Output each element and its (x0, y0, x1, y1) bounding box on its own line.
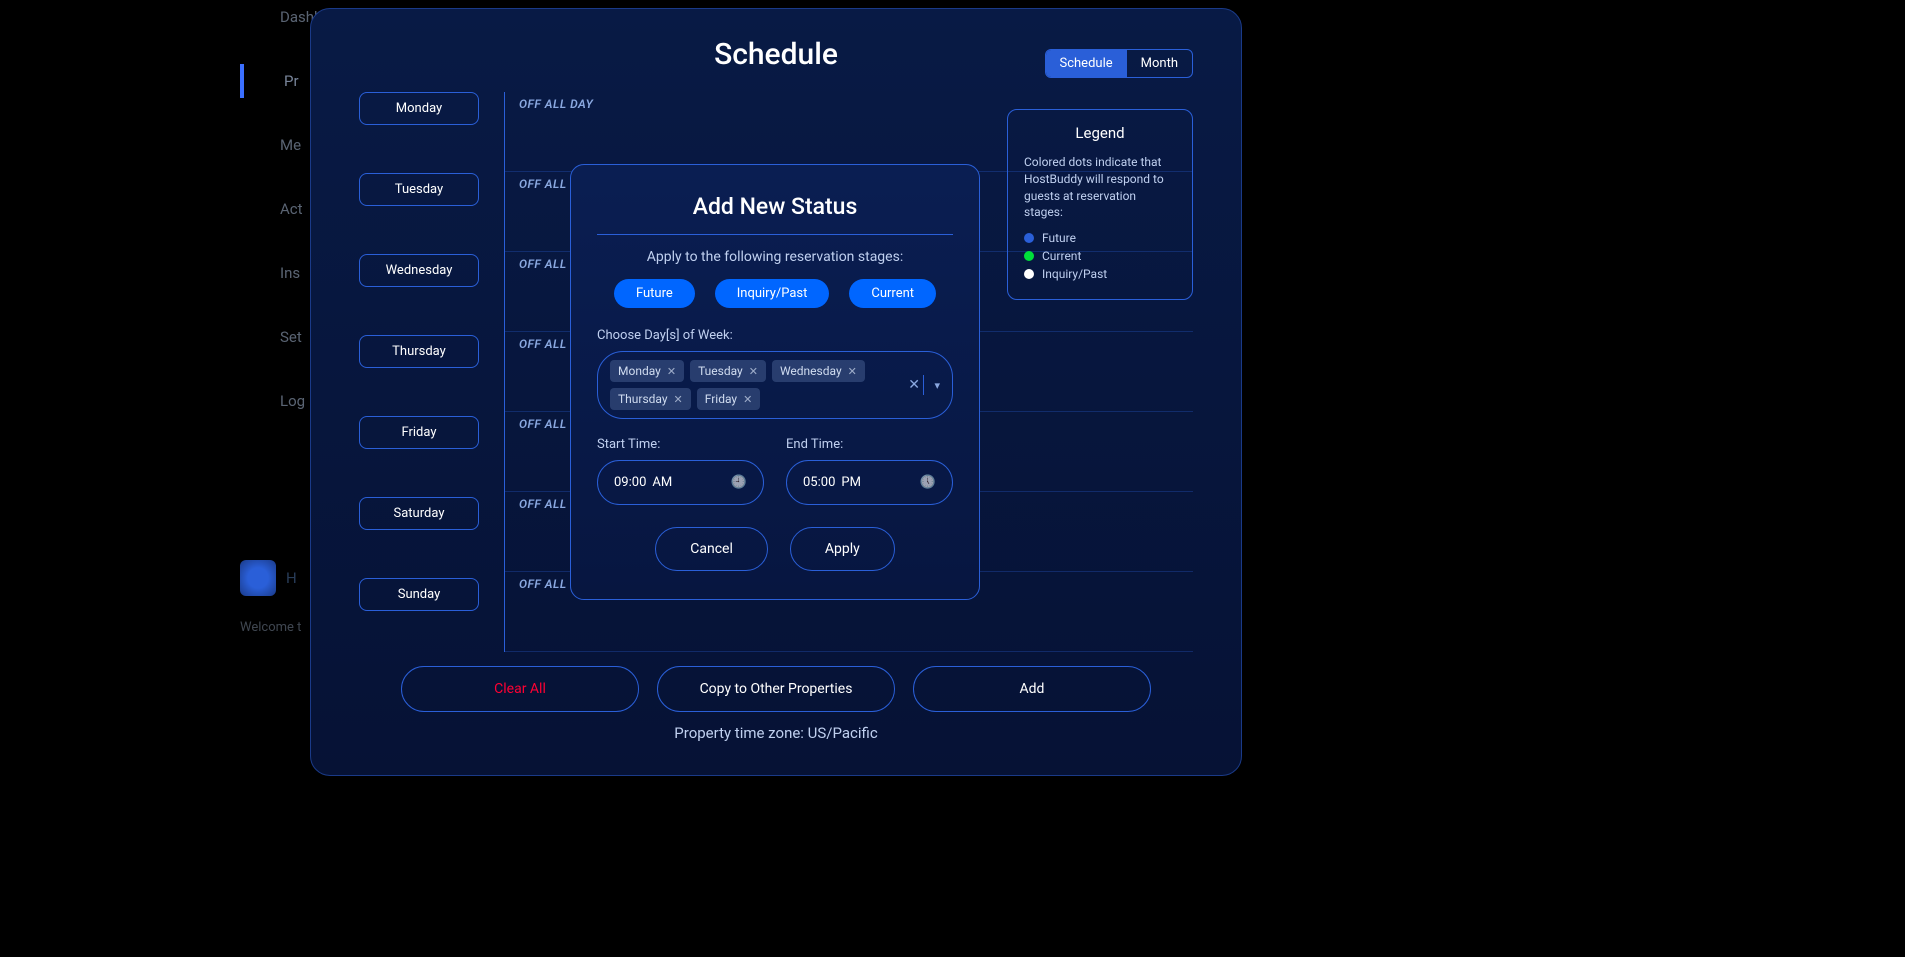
chip-wednesday: Wednesday ✕ (772, 360, 865, 382)
legend-label: Future (1042, 231, 1076, 245)
day-friday[interactable]: Friday (359, 416, 479, 449)
clock-icon: 🕘 (731, 475, 747, 490)
end-time-value: 05:00 (803, 475, 835, 490)
legend-title: Legend (1024, 124, 1176, 142)
off-label: OFF ALL DAY (519, 97, 593, 111)
legend-label: Current (1042, 249, 1081, 263)
chip-monday: Monday ✕ (610, 360, 684, 382)
start-time-input[interactable]: 09:00 AM 🕘 (597, 460, 764, 505)
dot-icon (1024, 269, 1034, 279)
toggle-schedule[interactable]: Schedule (1046, 50, 1127, 77)
copy-properties-button[interactable]: Copy to Other Properties (657, 666, 895, 712)
inner-modal-title: Add New Status (597, 193, 953, 220)
cancel-button[interactable]: Cancel (655, 527, 768, 571)
stage-inquiry[interactable]: Inquiry/Past (715, 279, 830, 308)
logo: H (240, 560, 297, 596)
divider (597, 234, 953, 235)
stage-future[interactable]: Future (614, 279, 695, 308)
welcome-text: Welcome t (240, 620, 301, 635)
day-thursday[interactable]: Thursday (359, 335, 479, 368)
start-time-col: Start Time: 09:00 AM 🕘 (597, 437, 764, 505)
clock-icon: 🕔 (920, 475, 936, 490)
action-row: Cancel Apply (597, 527, 953, 571)
stage-current[interactable]: Current (849, 279, 936, 308)
day-tuesday[interactable]: Tuesday (359, 173, 479, 206)
chip-label: Friday (705, 392, 737, 406)
day-monday[interactable]: Monday (359, 92, 479, 125)
inner-subtitle: Apply to the following reservation stage… (597, 249, 953, 265)
chip-friday: Friday ✕ (697, 388, 761, 410)
apply-button[interactable]: Apply (790, 527, 895, 571)
toggle-month[interactable]: Month (1127, 50, 1192, 77)
end-ampm: PM (841, 475, 861, 490)
chip-label: Tuesday (698, 364, 743, 378)
legend-item-inquiry: Inquiry/Past (1024, 267, 1176, 281)
add-status-modal: Add New Status Apply to the following re… (570, 164, 980, 600)
end-time-col: End Time: 05:00 PM 🕔 (786, 437, 953, 505)
days-multiselect[interactable]: Monday ✕ Tuesday ✕ Wednesday ✕ Thursday … (597, 351, 953, 419)
legend-item-current: Current (1024, 249, 1176, 263)
remove-chip-icon[interactable]: ✕ (848, 365, 857, 378)
remove-chip-icon[interactable]: ✕ (749, 365, 758, 378)
chip-label: Thursday (618, 392, 668, 406)
chip-thursday: Thursday ✕ (610, 388, 691, 410)
legend-item-future: Future (1024, 231, 1176, 245)
remove-chip-icon[interactable]: ✕ (667, 365, 676, 378)
start-time-value: 09:00 (614, 475, 646, 490)
legend: Legend Colored dots indicate that HostBu… (1007, 109, 1193, 300)
remove-chip-icon[interactable]: ✕ (674, 393, 683, 406)
timezone-label: Property time zone: US/Pacific (359, 724, 1193, 742)
logo-text: H (286, 569, 297, 587)
stage-row: Future Inquiry/Past Current (597, 279, 953, 308)
view-toggle: Schedule Month (1045, 49, 1194, 78)
chip-tuesday: Tuesday ✕ (690, 360, 766, 382)
dot-icon (1024, 233, 1034, 243)
add-button[interactable]: Add (913, 666, 1151, 712)
clear-all-button[interactable]: Clear All (401, 666, 639, 712)
chip-label: Wednesday (780, 364, 842, 378)
time-row: Start Time: 09:00 AM 🕘 End Time: 05:00 P… (597, 437, 953, 505)
start-ampm: AM (652, 475, 672, 490)
day-wednesday[interactable]: Wednesday (359, 254, 479, 287)
legend-description: Colored dots indicate that HostBuddy wil… (1024, 154, 1176, 221)
chip-label: Monday (618, 364, 661, 378)
legend-label: Inquiry/Past (1042, 267, 1107, 281)
choose-days-label: Choose Day[s] of Week: (597, 328, 953, 343)
days-column: Monday Tuesday Wednesday Thursday Friday… (359, 92, 494, 652)
footer-buttons: Clear All Copy to Other Properties Add (359, 666, 1193, 712)
chevron-down-icon[interactable]: ▾ (923, 375, 940, 395)
logo-icon (240, 560, 276, 596)
day-saturday[interactable]: Saturday (359, 497, 479, 530)
end-time-input[interactable]: 05:00 PM 🕔 (786, 460, 953, 505)
day-sunday[interactable]: Sunday (359, 578, 479, 611)
start-time-label: Start Time: (597, 437, 764, 452)
remove-chip-icon[interactable]: ✕ (743, 393, 752, 406)
end-time-label: End Time: (786, 437, 953, 452)
dot-icon (1024, 251, 1034, 261)
clear-all-icon[interactable]: ✕ (908, 377, 920, 393)
